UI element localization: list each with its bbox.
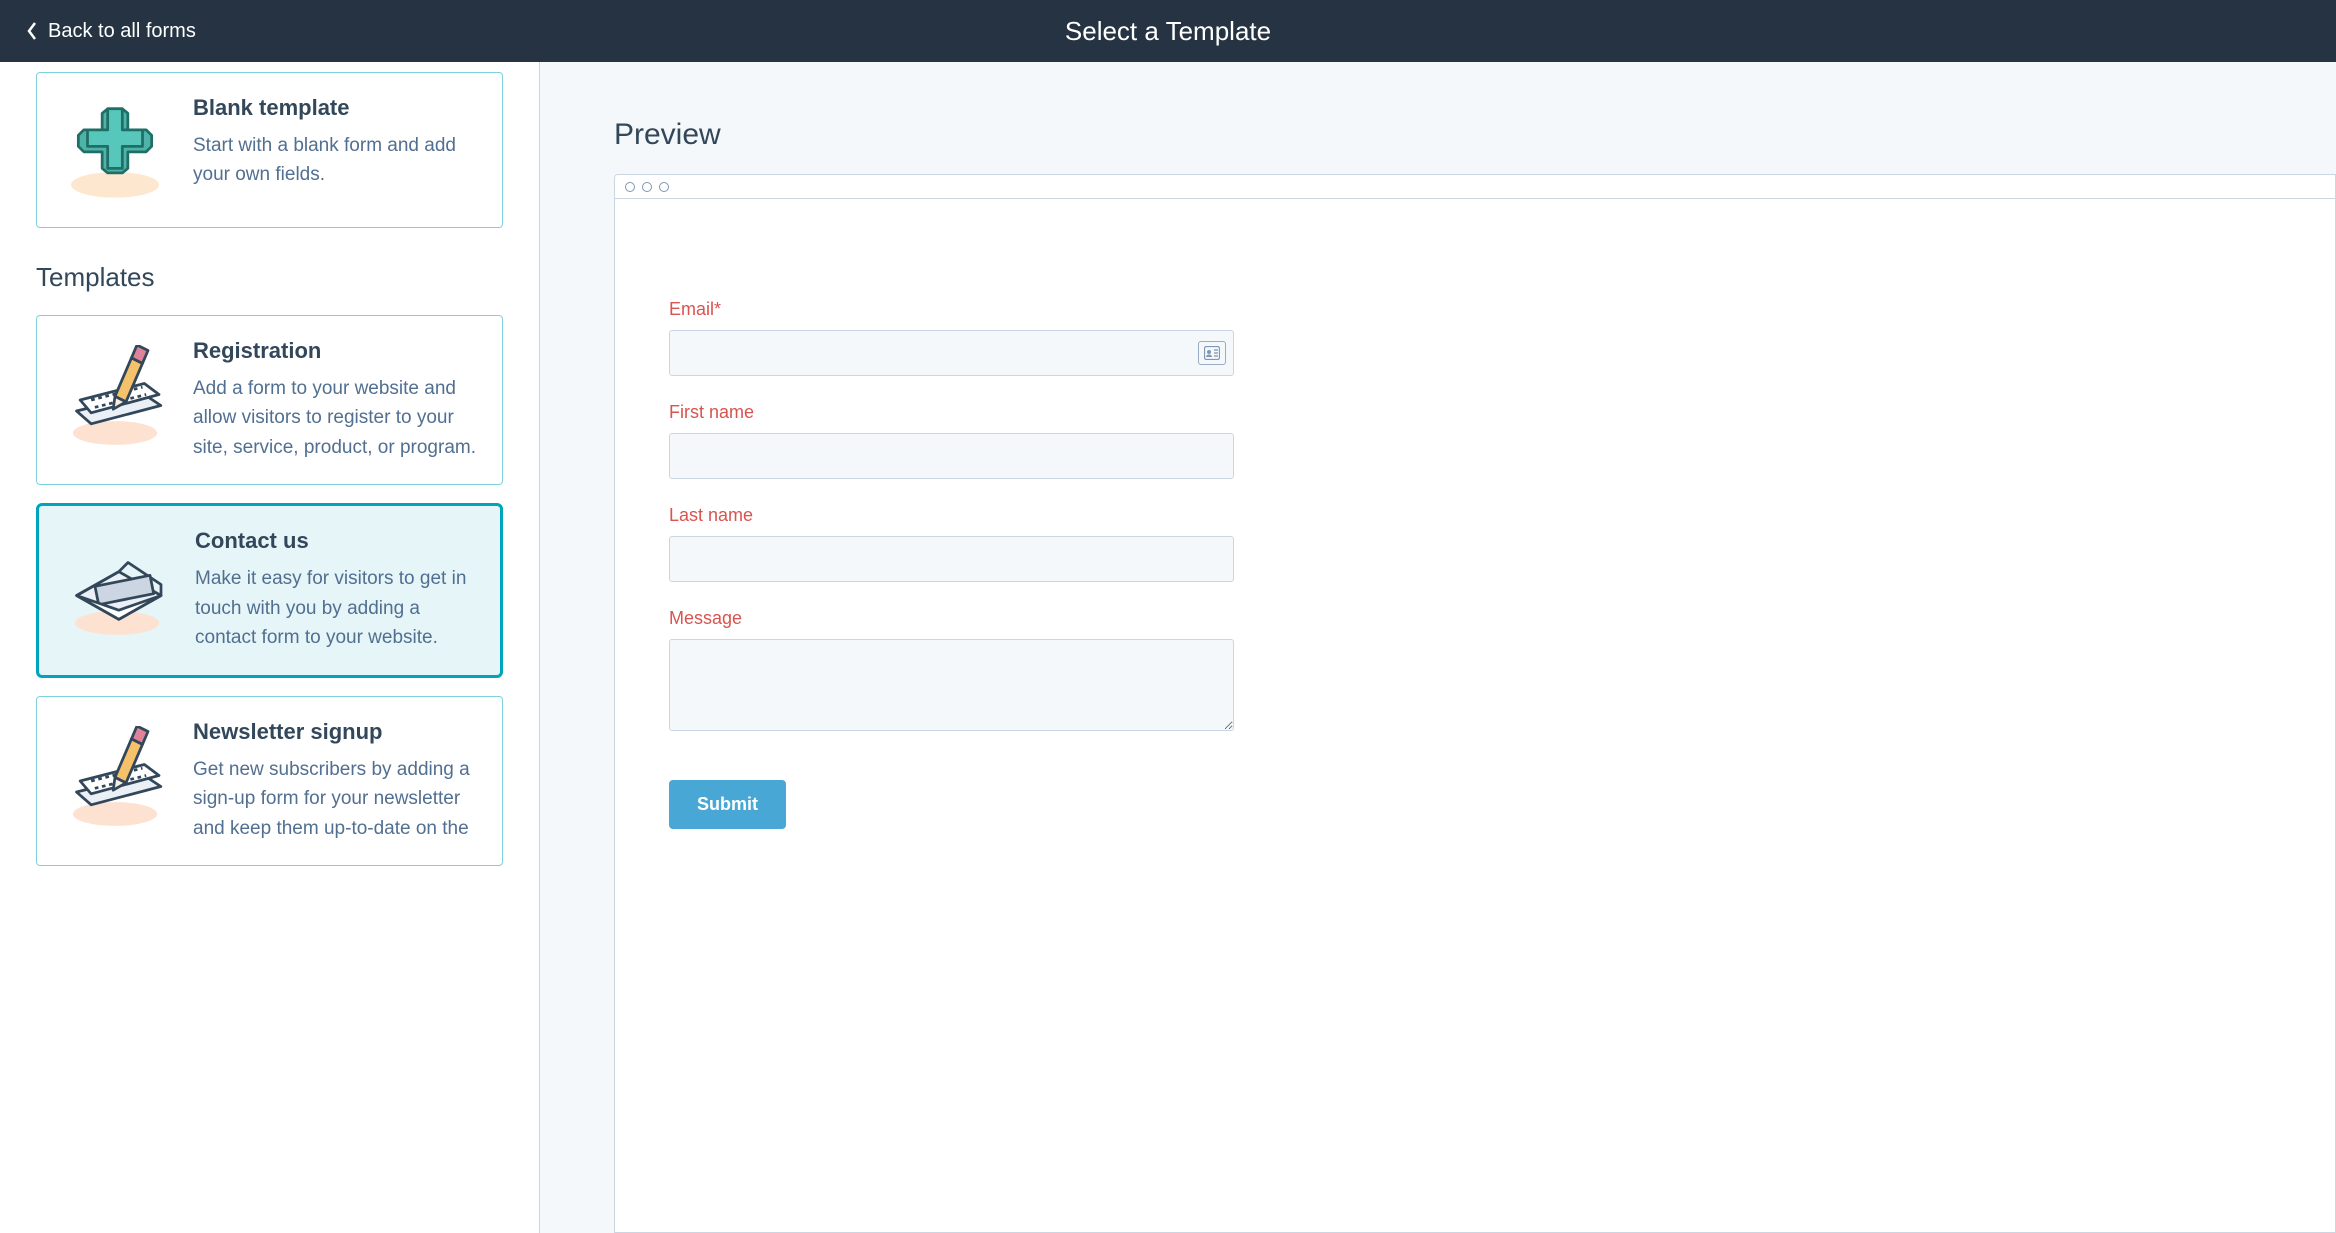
registration-desc: Add a form to your website and allow vis… (193, 374, 480, 462)
page-title: Select a Template (1065, 16, 1271, 47)
form-field-message: Message (669, 608, 2281, 736)
page-header: Back to all forms Select a Template (0, 0, 2336, 62)
contact-card-icon[interactable] (1198, 341, 1226, 365)
preview-heading: Preview (614, 118, 2336, 152)
template-sidebar: Blank template Start with a blank form a… (0, 62, 540, 1233)
first-name-label: First name (669, 402, 2281, 423)
form-pencil-icon (55, 719, 175, 843)
message-textarea[interactable] (669, 639, 1234, 731)
last-name-input[interactable] (669, 536, 1234, 582)
newsletter-title: Newsletter signup (193, 719, 480, 745)
registration-title: Registration (193, 338, 480, 364)
preview-form: Email* First name Last name (615, 199, 2335, 1232)
template-card-newsletter[interactable]: Newsletter signup Get new subscribers by… (36, 696, 503, 866)
submit-button[interactable]: Submit (669, 780, 786, 829)
plus-3d-icon (55, 95, 175, 205)
form-field-last-name: Last name (669, 505, 2281, 582)
email-input[interactable] (669, 330, 1234, 376)
window-dot-icon (625, 182, 635, 192)
message-label: Message (669, 608, 2281, 629)
blank-template-desc: Start with a blank form and add your own… (193, 131, 480, 190)
preview-window-chrome (615, 175, 2335, 199)
template-card-registration[interactable]: Registration Add a form to your website … (36, 315, 503, 485)
form-field-first-name: First name (669, 402, 2281, 479)
window-dot-icon (642, 182, 652, 192)
chevron-left-icon (26, 21, 38, 41)
templates-section-header: Templates (36, 262, 503, 293)
template-card-blank[interactable]: Blank template Start with a blank form a… (36, 72, 503, 228)
last-name-label: Last name (669, 505, 2281, 526)
contact-us-desc: Make it easy for visitors to get in touc… (195, 564, 478, 652)
newsletter-desc: Get new subscribers by adding a sign-up … (193, 755, 480, 843)
first-name-input[interactable] (669, 433, 1234, 479)
preview-panel: Preview Email* First n (540, 62, 2336, 1233)
envelope-icon (57, 528, 177, 652)
form-pencil-icon (55, 338, 175, 462)
email-label: Email* (669, 299, 2281, 320)
window-dot-icon (659, 182, 669, 192)
back-to-forms-link[interactable]: Back to all forms (26, 20, 196, 43)
contact-us-title: Contact us (195, 528, 478, 554)
back-label: Back to all forms (48, 20, 196, 43)
blank-template-title: Blank template (193, 95, 480, 121)
template-card-contact-us[interactable]: Contact us Make it easy for visitors to … (36, 503, 503, 677)
preview-frame: Email* First name Last name (614, 174, 2336, 1233)
form-field-email: Email* (669, 299, 2281, 376)
